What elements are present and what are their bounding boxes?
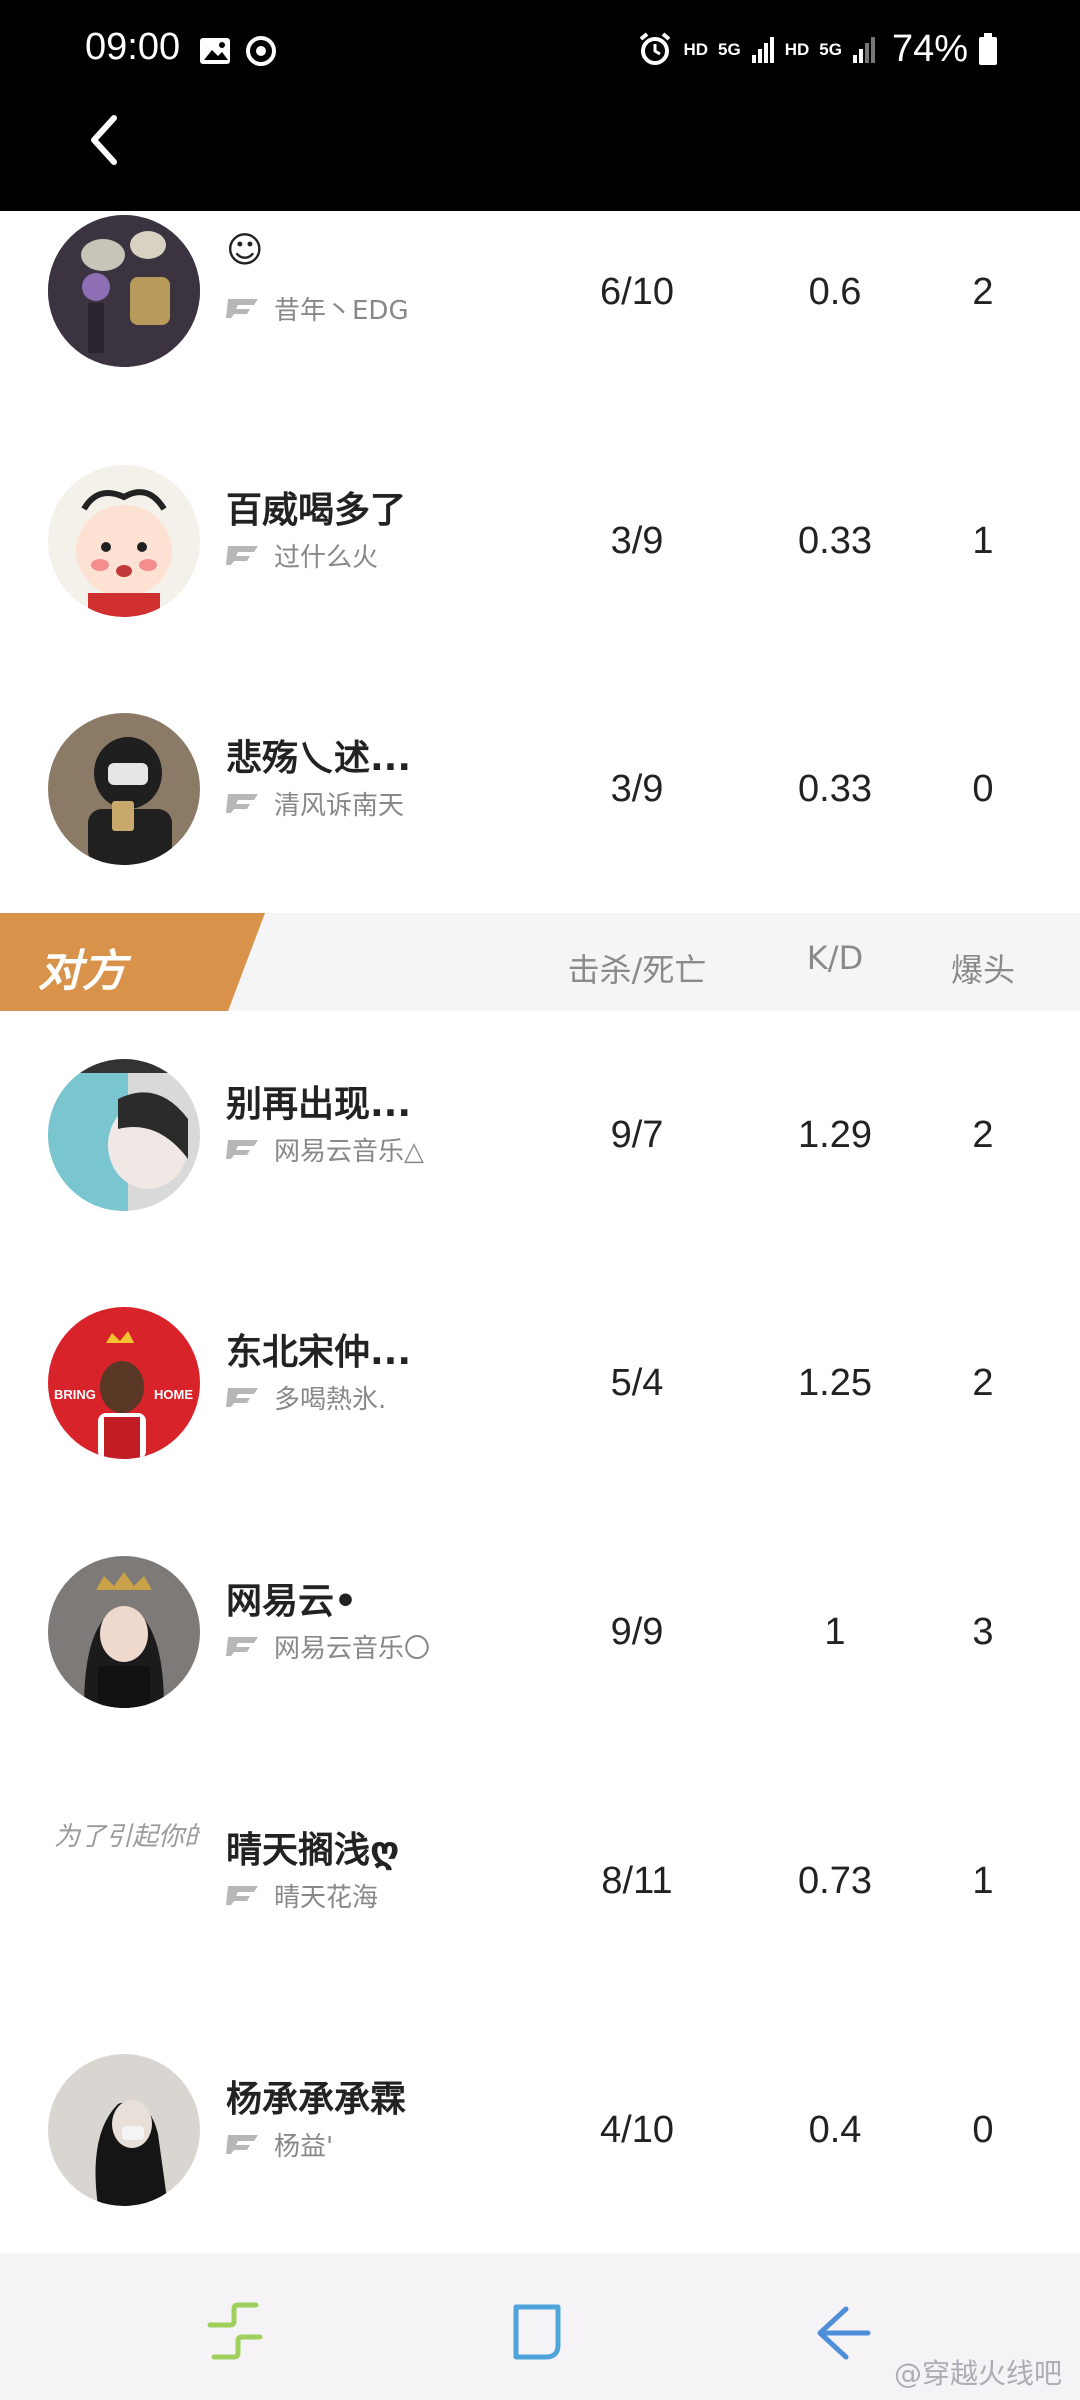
headshots: 2: [972, 1114, 994, 1156]
cf-badge-icon: [226, 794, 258, 813]
player-avatar: [48, 1059, 200, 1211]
kill-death: 9/7: [610, 1114, 664, 1156]
status-time: 09:00: [85, 26, 181, 68]
player-row[interactable]: 杨承承承霖 杨益' 4/10 0.4 0: [0, 2006, 1080, 2254]
hd-label-1: HD: [683, 39, 708, 59]
home-button[interactable]: [502, 2297, 572, 2367]
battery-percent: 74%: [891, 27, 968, 70]
player-name: 晴天搁浅ღ: [226, 1830, 400, 1871]
sync-icon: [246, 36, 276, 66]
player-row[interactable]: 百威喝多了 过什么火 3/9 0.33 1: [0, 417, 1080, 665]
cf-badge-icon: [226, 1388, 258, 1407]
player-sub: 晴天花海: [226, 1875, 378, 1915]
player-avatar: BRING HOME: [48, 1307, 200, 1459]
signal-icon-1: [751, 37, 774, 63]
player-avatar: [48, 2054, 200, 2206]
player-avatar: [48, 1556, 200, 1708]
kill-death: 6/10: [600, 271, 674, 313]
avatar-handwriting: 为了引起你的注意我真是煞费苦心: [54, 1822, 200, 1852]
player-sub-text: 晴天花海: [274, 1882, 379, 1913]
kd-ratio: 0.33: [798, 520, 872, 562]
player-sub-text: 多喝熱氷.: [274, 1384, 387, 1415]
kd-ratio: 0.6: [808, 271, 862, 313]
kill-death: 8/11: [601, 1860, 673, 1902]
player-sub-text: 过什么火: [274, 542, 379, 573]
headshots: 2: [972, 271, 994, 313]
player-sub-text: 昔年丶EDG: [274, 295, 409, 326]
player-sub: 网易云音乐〇: [226, 1626, 430, 1666]
player-row[interactable]: 悲殇乀述... 清风诉南天 3/9 0.33 0: [0, 665, 1080, 913]
player-row[interactable]: ☺ 昔年丶EDG 6/10 0.6 2: [0, 170, 1080, 418]
column-kill-death: 击杀/死亡: [567, 951, 707, 989]
back-button[interactable]: [78, 108, 138, 172]
player-name: 别再出现...: [226, 1084, 412, 1125]
headshots: 1: [972, 1860, 994, 1902]
recent-apps-button[interactable]: [200, 2297, 270, 2367]
player-sub-text: 网易云音乐△: [274, 1136, 424, 1167]
cf-badge-icon: [226, 546, 258, 565]
player-row[interactable]: 别再出现... 网易云音乐△ 9/7 1.29 2: [0, 1011, 1080, 1259]
player-name: 杨承承承霖: [226, 2079, 407, 2120]
player-sub: 清风诉南天: [226, 783, 404, 823]
kd-ratio: 1.25: [798, 1362, 872, 1404]
cf-badge-icon: [226, 2135, 258, 2154]
system-nav-bar: @穿越火线吧: [0, 2253, 1080, 2400]
kill-death: 9/9: [610, 1611, 664, 1653]
kd-ratio: 0.73: [798, 1860, 872, 1902]
player-sub-text: 杨益': [274, 2131, 334, 2162]
net-label-1: 5G: [718, 39, 741, 59]
battery-icon: [979, 33, 997, 65]
player-row[interactable]: BRING HOME 东北宋仲... 多喝熱氷. 5/4 1.25 2: [0, 1259, 1080, 1507]
player-row[interactable]: 为了引起你的注意我真是煞费苦心 晴天搁浅ღ 晴天花海 8/11 0.73 1: [0, 1757, 1080, 2005]
player-name: ☺: [226, 230, 264, 271]
column-headshots: 爆头: [950, 951, 1015, 989]
player-avatar: [48, 465, 200, 617]
player-sub: 多喝熱氷.: [226, 1377, 386, 1417]
player-sub-text: 清风诉南天: [274, 790, 405, 821]
headshots: 3: [972, 1611, 994, 1653]
player-sub: 昔年丶EDG: [226, 288, 409, 328]
player-sub: 杨益': [226, 2124, 333, 2164]
cf-badge-icon: [226, 1637, 258, 1656]
net-label-2: 5G: [819, 39, 842, 59]
alarm-icon: [640, 32, 671, 65]
kd-ratio: 1: [824, 1611, 846, 1653]
avatar-text-left: BRING: [54, 1387, 96, 1402]
player-row[interactable]: 网易云• 网易云音乐〇 9/9 1 3: [0, 1508, 1080, 1756]
headshots: 0: [972, 2109, 994, 2151]
player-name: 网易云•: [226, 1581, 358, 1622]
kill-death: 3/9: [610, 520, 664, 562]
player-sub-text: 网易云音乐〇: [274, 1633, 431, 1664]
player-avatar: [48, 215, 200, 367]
back-nav-button[interactable]: [806, 2297, 876, 2367]
status-right: HD 5G HD 5G 74%: [637, 24, 998, 74]
player-avatar: 为了引起你的注意我真是煞费苦心: [48, 1805, 200, 1957]
section-title: 对方: [38, 946, 126, 997]
cf-badge-icon: [226, 1886, 258, 1905]
player-name: 东北宋仲...: [226, 1332, 412, 1373]
player-avatar: [48, 713, 200, 865]
kd-ratio: 1.29: [798, 1114, 872, 1156]
player-sub: 网易云音乐△: [226, 1129, 424, 1169]
opponent-section-header: 对方 击杀/死亡 K/D 爆头: [0, 913, 1080, 1011]
headshots: 1: [972, 520, 994, 562]
cf-badge-icon: [226, 299, 258, 318]
status-bar: 09:00 HD 5G HD 5G 74%: [0, 0, 1080, 105]
signal-icon-2: [852, 37, 875, 63]
kd-ratio: 0.33: [798, 768, 872, 810]
hd-label-2: HD: [784, 39, 810, 59]
kd-ratio: 0.4: [808, 2109, 862, 2151]
watermark: @穿越火线吧: [893, 2357, 1062, 2390]
player-name: 百威喝多了: [226, 490, 407, 531]
gallery-icon: [200, 38, 230, 64]
cf-badge-icon: [226, 1140, 258, 1159]
avatar-text-right: HOME: [154, 1387, 193, 1402]
headshots: 0: [972, 768, 994, 810]
kill-death: 5/4: [610, 1362, 664, 1404]
headshots: 2: [972, 1362, 994, 1404]
player-name: 悲殇乀述...: [226, 738, 412, 779]
kill-death: 3/9: [610, 768, 664, 810]
player-sub: 过什么火: [226, 535, 378, 575]
kill-death: 4/10: [600, 2109, 674, 2151]
